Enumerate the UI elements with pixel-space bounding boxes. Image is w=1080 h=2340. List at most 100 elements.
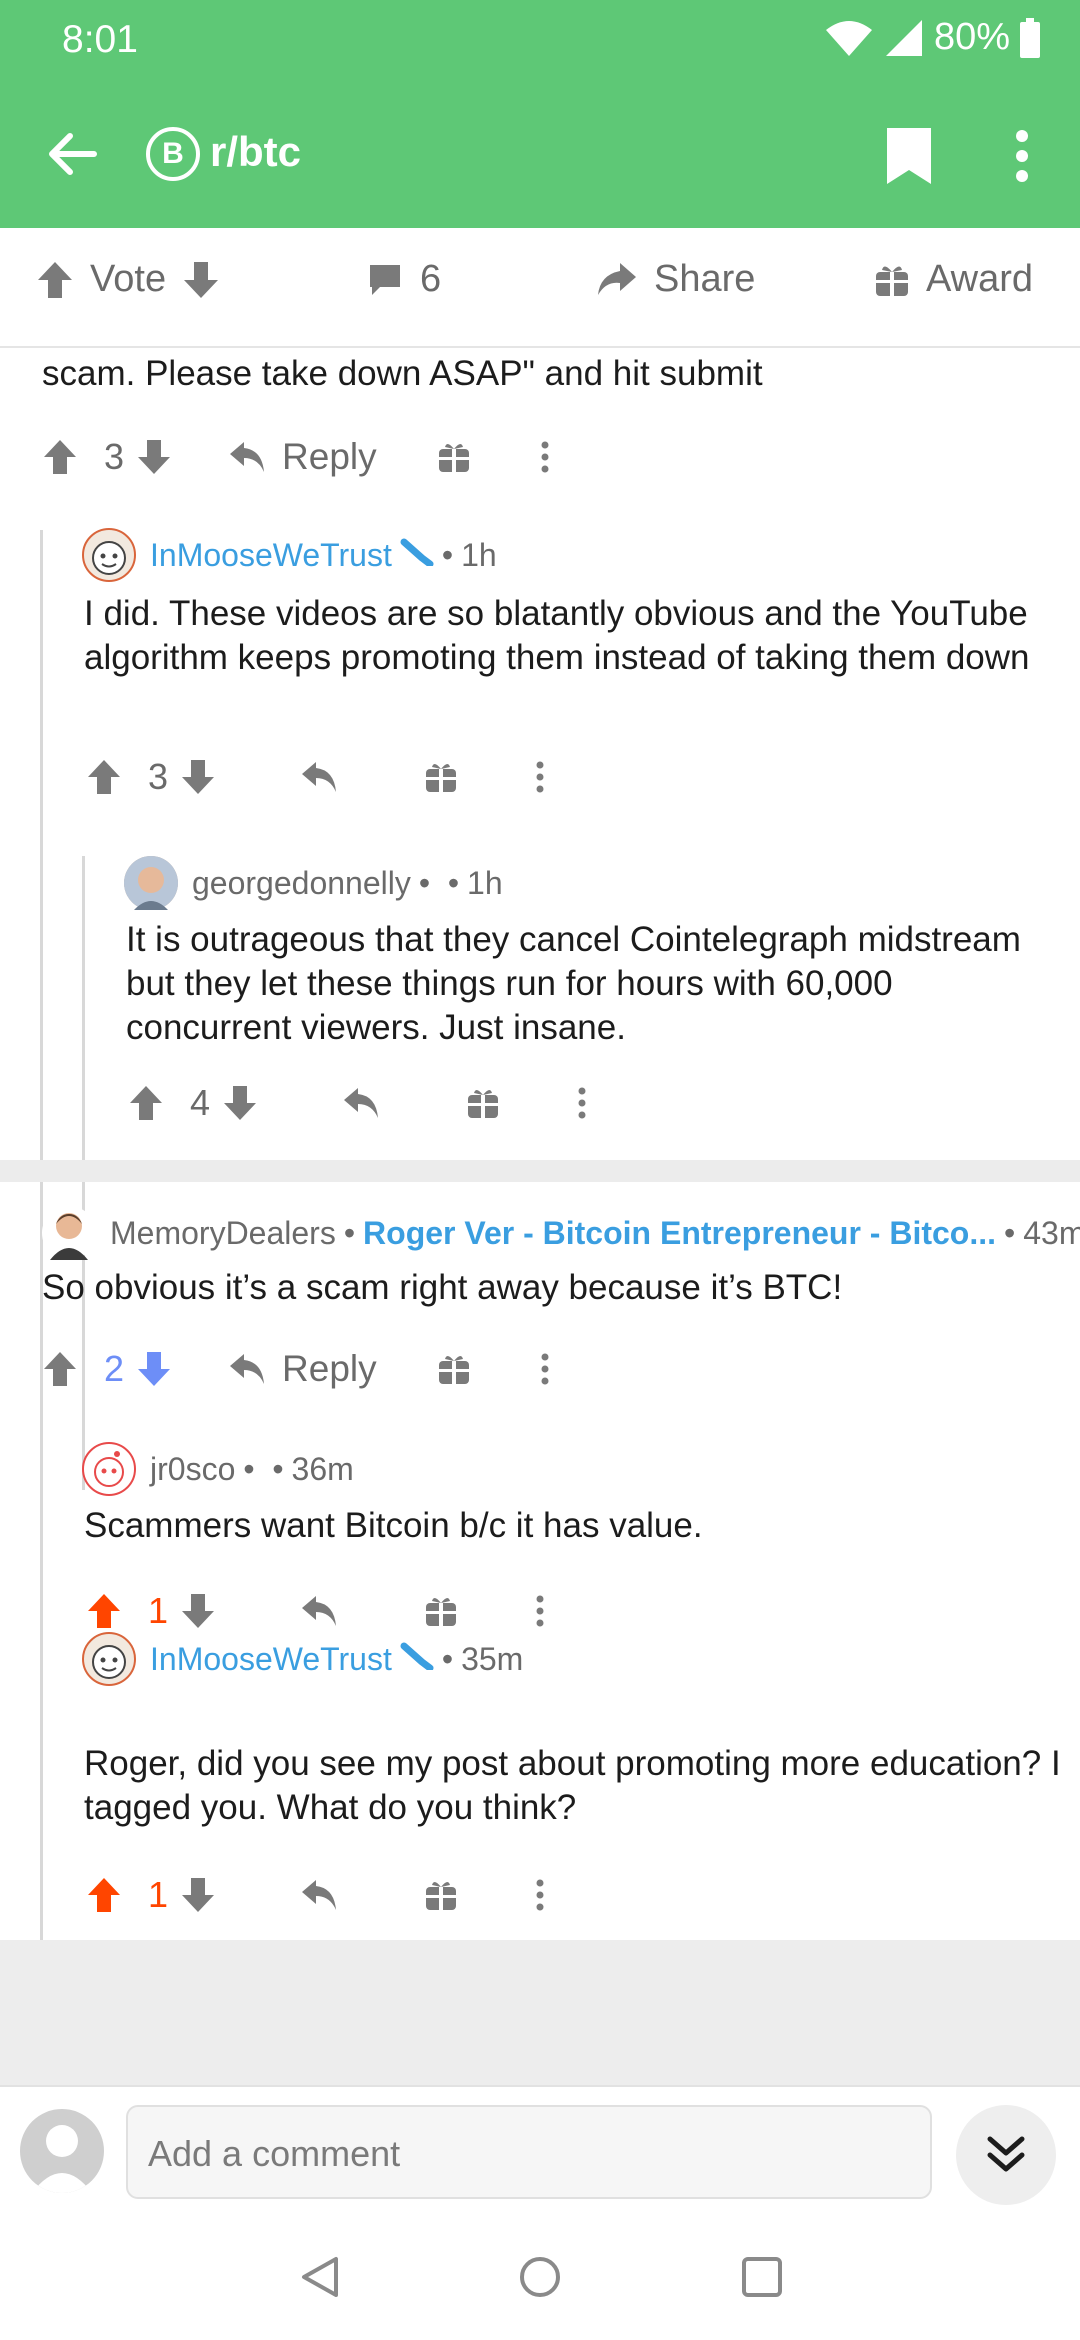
more-options-icon[interactable] — [541, 440, 549, 474]
comment-author[interactable]: InMooseWeTrust — [150, 537, 392, 574]
upvote-arrow-icon[interactable] — [128, 1084, 164, 1122]
avatar[interactable] — [82, 1632, 136, 1686]
reply-label: Reply — [282, 436, 377, 477]
gift-icon[interactable] — [424, 1878, 458, 1912]
subreddit-name[interactable]: r/btc — [210, 128, 301, 176]
comment-meta: InMooseWeTrust • 35m — [82, 1632, 523, 1686]
mod-wrench-icon — [400, 1640, 434, 1678]
status-time: 8:01 — [62, 18, 138, 61]
user-avatar[interactable] — [20, 2109, 104, 2193]
comment-author[interactable]: georgedonnelly — [192, 865, 411, 902]
upvote-arrow-icon[interactable] — [42, 1350, 78, 1388]
comment-time: 1h — [467, 864, 503, 901]
downvote-arrow-icon[interactable] — [180, 1876, 216, 1914]
more-options-icon[interactable] — [536, 1878, 544, 1912]
comment-author[interactable]: jr0sco — [150, 1451, 235, 1488]
downvote-arrow-icon[interactable] — [180, 1592, 216, 1630]
comment-meta: jr0sco • • 36m — [82, 1442, 354, 1496]
post-vote-group: Vote — [36, 258, 220, 301]
bookmark-icon[interactable] — [883, 126, 935, 186]
comment-count: 6 — [420, 258, 442, 300]
share-label: Share — [654, 258, 756, 300]
comment-author[interactable]: InMooseWeTrust — [150, 1641, 392, 1678]
reply-arrow-icon[interactable] — [342, 1086, 380, 1120]
upvote-arrow-icon[interactable] — [86, 758, 122, 796]
more-options-icon[interactable] — [536, 760, 544, 794]
gift-icon[interactable] — [437, 1352, 471, 1386]
upvote-arrow-icon[interactable] — [36, 260, 74, 300]
reply-label: Reply — [282, 1348, 377, 1389]
avatar[interactable] — [124, 856, 178, 910]
overflow-menu-icon[interactable] — [1010, 126, 1034, 186]
nav-home-icon[interactable] — [518, 2255, 562, 2299]
battery-icon — [1020, 17, 1040, 58]
wifi-icon — [824, 18, 874, 58]
avatar[interactable] — [42, 1206, 96, 1260]
meta-separator: • — [441, 1640, 454, 1677]
add-comment-input[interactable]: Add a comment — [126, 2105, 932, 2199]
comment-actions: 1 — [86, 1590, 544, 1632]
mod-wrench-icon — [400, 536, 434, 574]
comment-actions: 4 — [128, 1082, 586, 1124]
upvote-arrow-icon[interactable] — [86, 1876, 122, 1914]
vote-label: Vote — [90, 258, 167, 300]
downvote-arrow-icon[interactable] — [222, 1084, 258, 1122]
reply-arrow-icon — [228, 1352, 266, 1386]
more-options-icon[interactable] — [578, 1086, 586, 1120]
award-button[interactable]: Award — [874, 258, 1033, 301]
comments-count-button[interactable]: 6 — [366, 258, 441, 301]
meta-separator: • — [343, 1214, 356, 1251]
upvote-arrow-icon[interactable] — [42, 438, 78, 476]
downvote-arrow-icon[interactable] — [136, 1350, 172, 1388]
comment-composer: Add a comment — [0, 2085, 1080, 2215]
nav-back-icon[interactable] — [298, 2255, 342, 2299]
nav-recents-icon[interactable] — [740, 2255, 784, 2299]
comment-actions: 1 — [86, 1874, 544, 1916]
meta-separator: • • — [418, 864, 460, 901]
meta-separator: • • — [243, 1450, 284, 1487]
gift-icon[interactable] — [424, 1594, 458, 1628]
downvote-arrow-icon[interactable] — [180, 758, 216, 796]
avatar[interactable] — [82, 528, 136, 582]
comment-meta: MemoryDealers • Roger Ver - Bitcoin Entr… — [42, 1206, 1080, 1260]
post-action-bar: Vote 6 Share Award — [0, 228, 1080, 348]
thread-line[interactable] — [40, 530, 43, 1490]
list-end-padding — [0, 1940, 1080, 2085]
jump-down-icon[interactable] — [956, 2105, 1056, 2205]
system-nav-bar — [0, 2215, 1080, 2340]
reply-arrow-icon[interactable] — [300, 1878, 338, 1912]
upvote-arrow-icon[interactable] — [86, 1592, 122, 1630]
gift-icon[interactable] — [437, 440, 471, 474]
reply-arrow-icon[interactable] — [300, 760, 338, 794]
gift-icon — [874, 262, 910, 298]
reply-button[interactable]: Reply — [228, 1348, 377, 1390]
reply-button[interactable]: Reply — [228, 436, 377, 478]
downvote-arrow-icon[interactable] — [136, 438, 172, 476]
gift-icon[interactable] — [466, 1086, 500, 1120]
meta-separator: • — [441, 536, 454, 573]
subreddit-icon[interactable]: B — [146, 127, 200, 181]
comment-actions: 3 Reply — [42, 436, 549, 478]
comment-author[interactable]: MemoryDealers — [110, 1215, 336, 1252]
comment-body: So obvious it’s a scam right away becaus… — [42, 1268, 843, 1307]
reply-arrow-icon[interactable] — [300, 1594, 338, 1628]
thread-line[interactable] — [40, 1442, 43, 1942]
award-label: Award — [926, 258, 1034, 300]
back-arrow-icon[interactable] — [44, 126, 100, 182]
comment-meta: InMooseWeTrust • 1h — [82, 528, 497, 582]
share-arrow-icon — [596, 261, 638, 299]
vote-count: 4 — [190, 1082, 211, 1123]
more-options-icon[interactable] — [541, 1352, 549, 1386]
share-button[interactable]: Share — [596, 258, 755, 301]
more-options-icon[interactable] — [536, 1594, 544, 1628]
downvote-arrow-icon[interactable] — [182, 260, 220, 300]
status-bar: 8:01 80% — [0, 0, 1080, 80]
comment-bubble-icon — [366, 261, 404, 299]
vote-count: 1 — [148, 1590, 169, 1631]
comment-time: 43m — [1023, 1214, 1080, 1251]
thread-divider — [0, 1160, 1080, 1182]
avatar[interactable] — [82, 1442, 136, 1496]
gift-icon[interactable] — [424, 760, 458, 794]
app-header: 8:01 80% B r/btc — [0, 0, 1080, 228]
comment-body: Roger, did you see my post about promoti… — [84, 1744, 1061, 1827]
